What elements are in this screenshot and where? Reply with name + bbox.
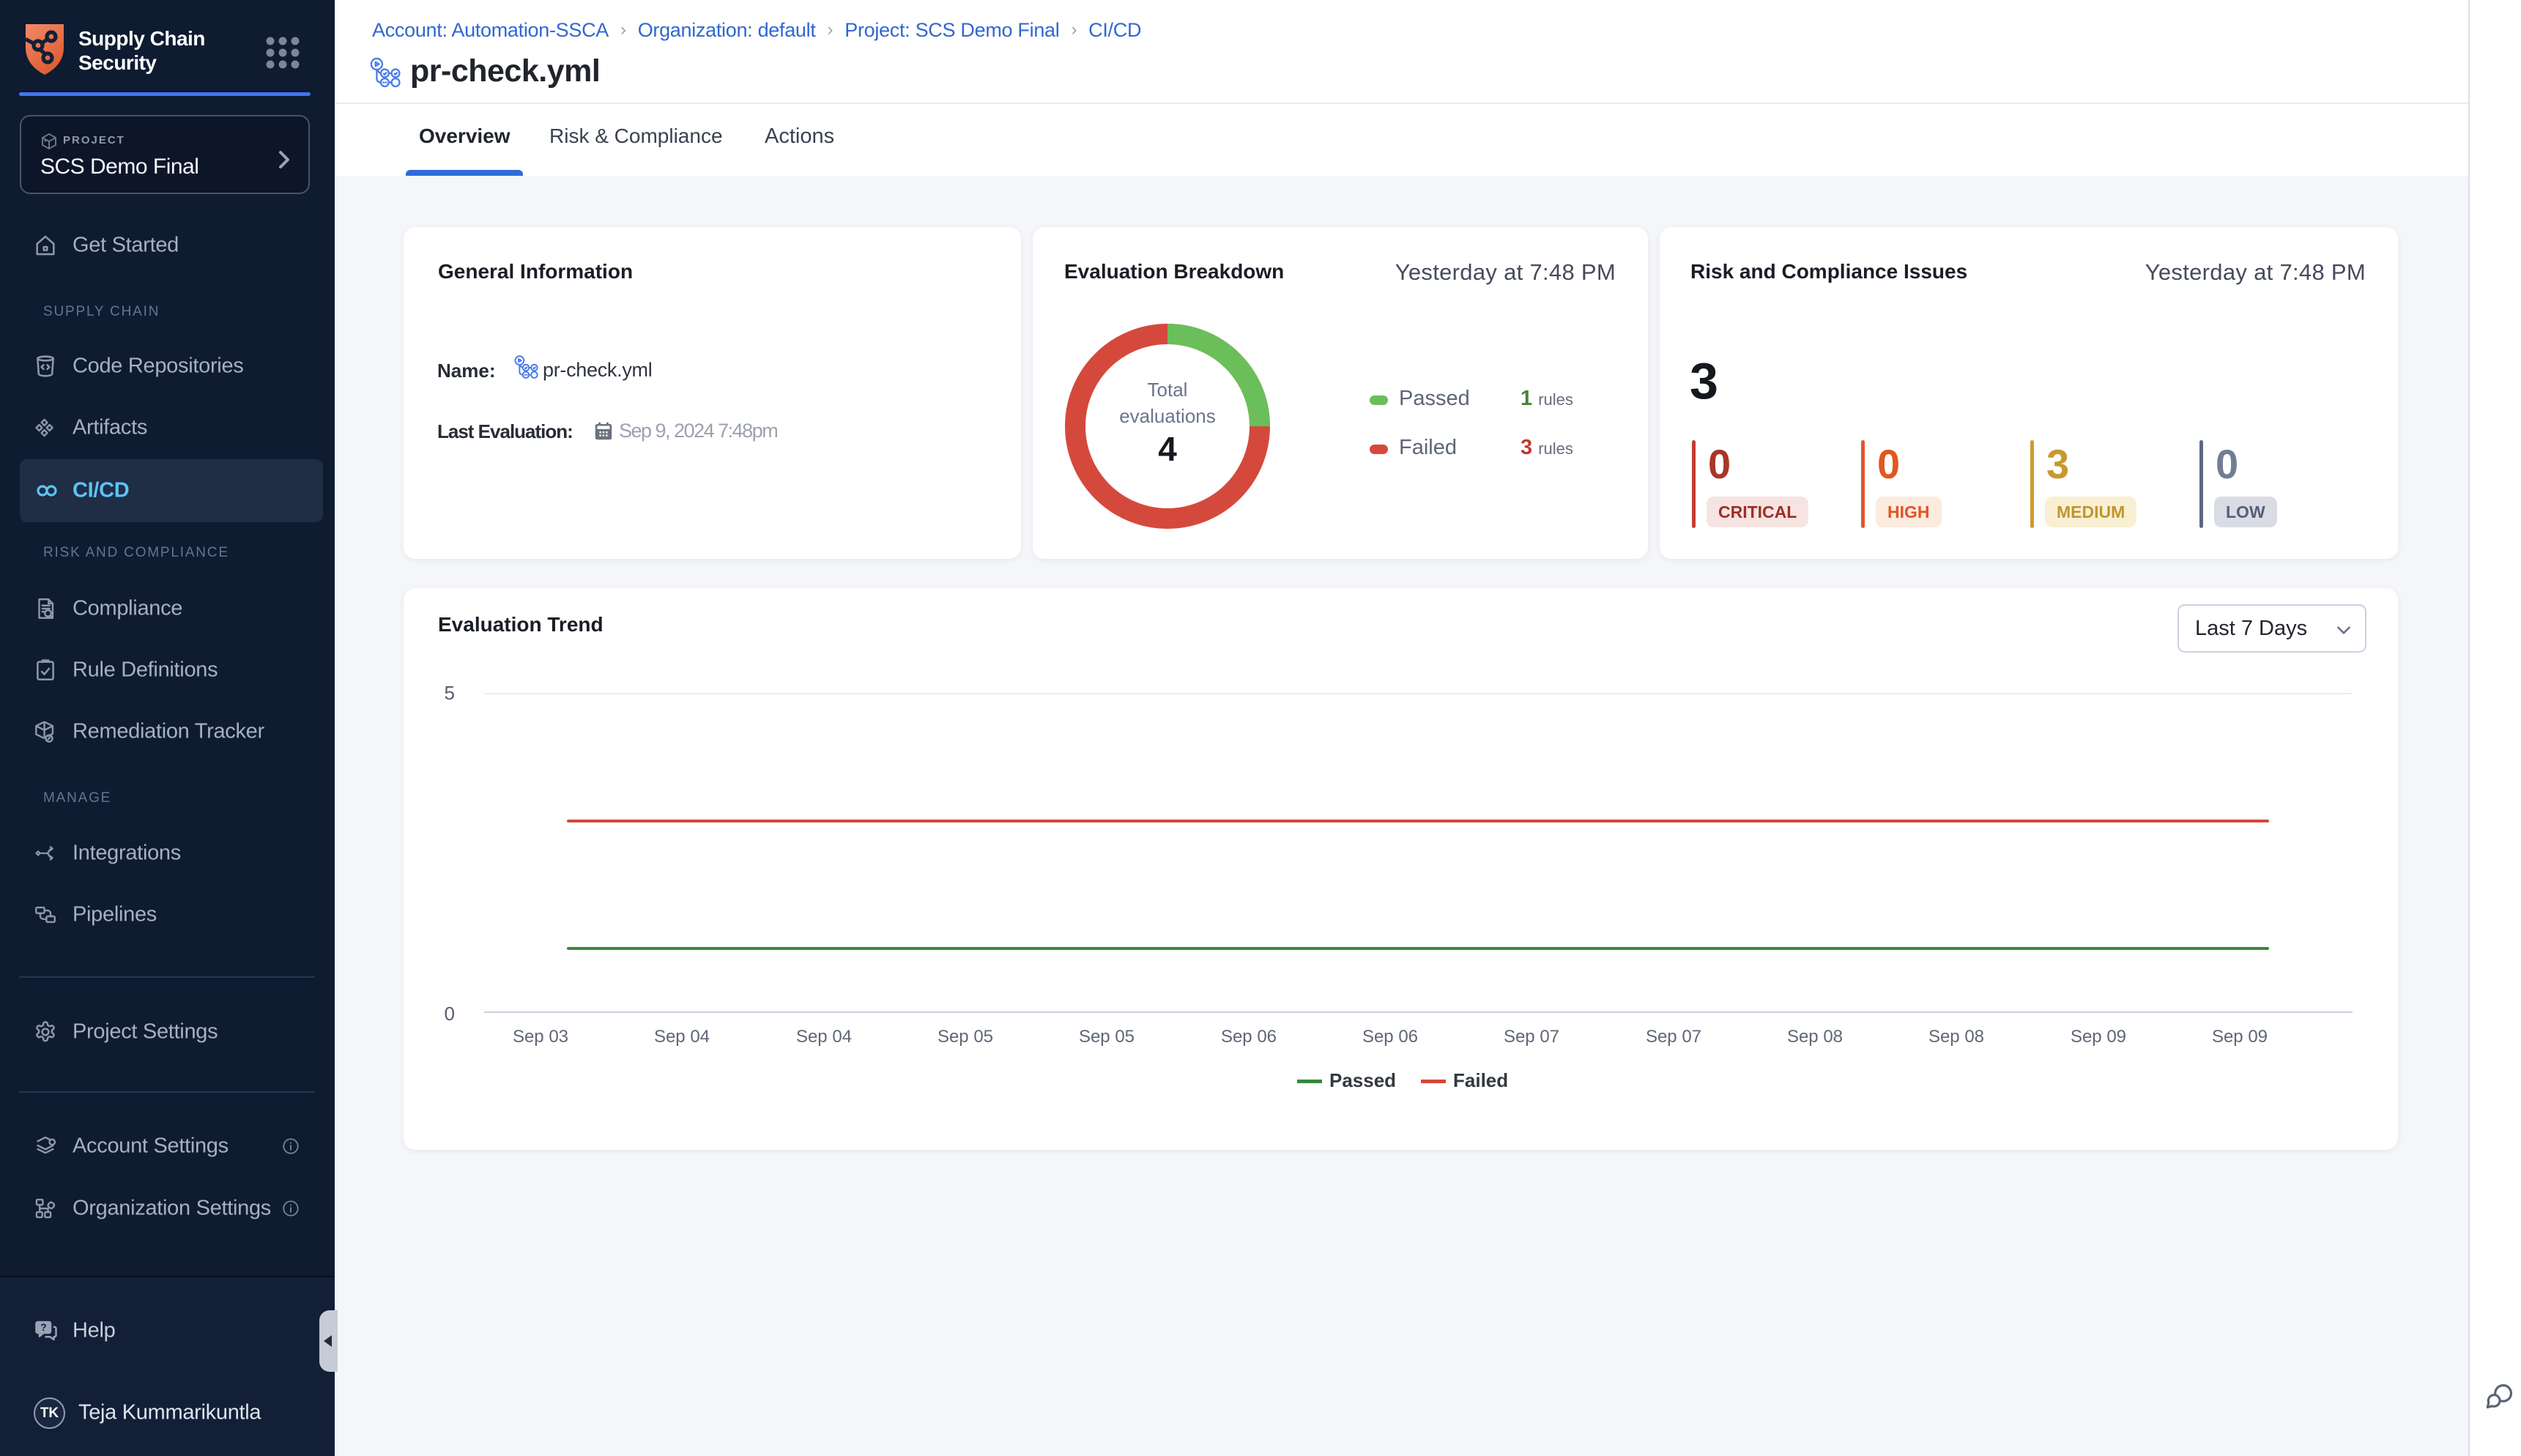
svg-text:?: ?	[40, 1322, 46, 1333]
